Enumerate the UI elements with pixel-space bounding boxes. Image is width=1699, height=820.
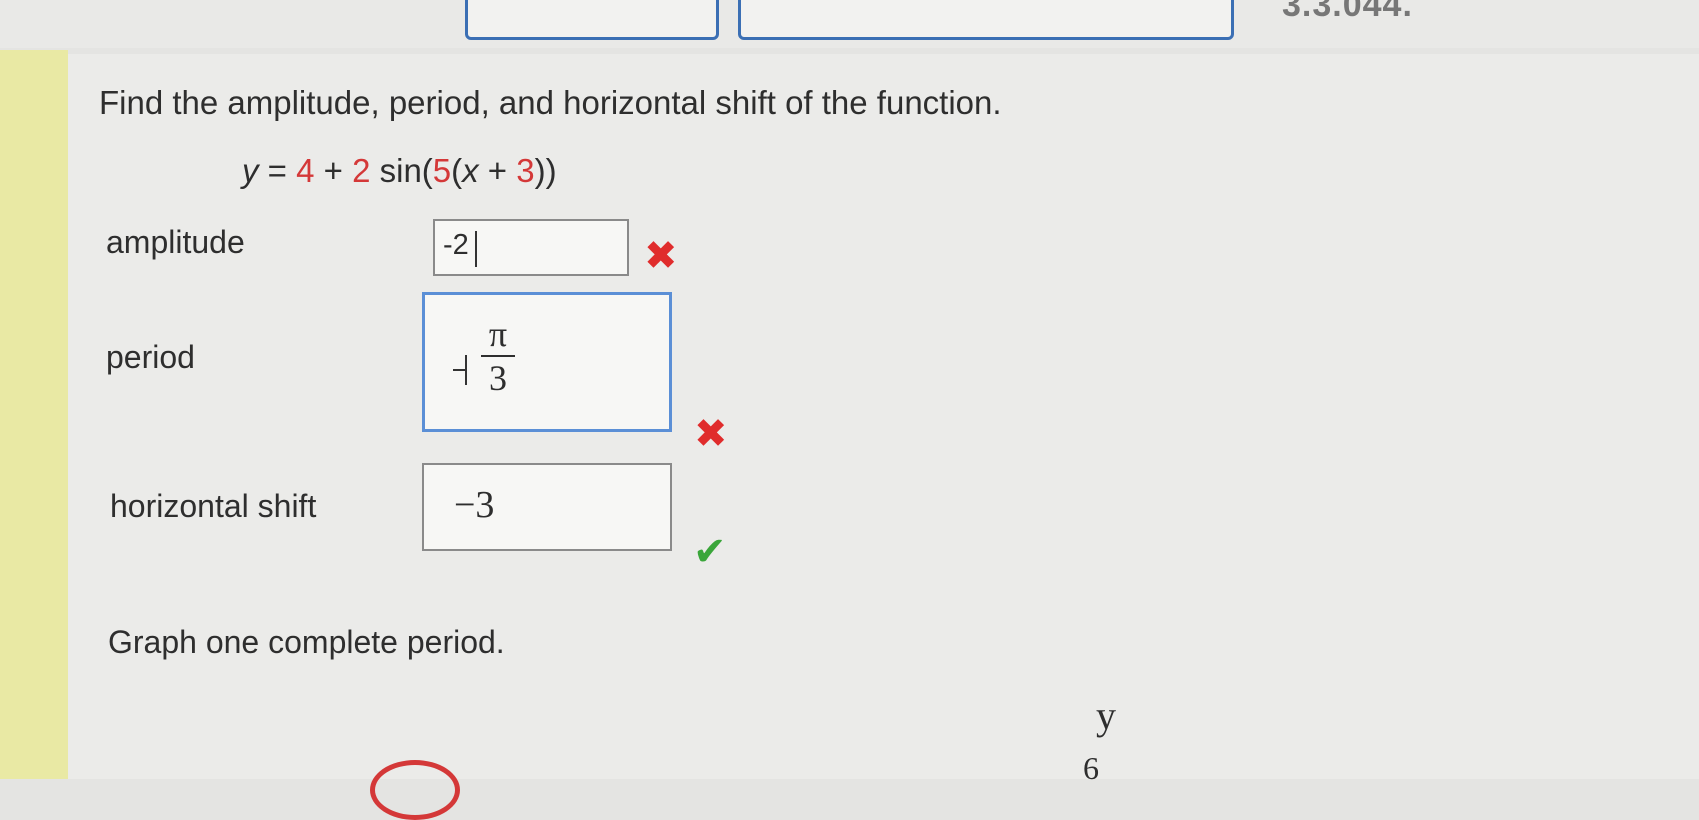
period-numerator: π xyxy=(488,314,508,354)
text-cursor-stem xyxy=(453,369,467,371)
y-tick-label: 6 xyxy=(1083,750,1099,786)
y-axis-label: y xyxy=(1096,693,1116,738)
toolbar-button[interactable] xyxy=(465,0,719,40)
equation-y: y xyxy=(242,152,259,189)
period-incorrect-icon: ✖ xyxy=(694,411,728,457)
period-input[interactable]: π 3 xyxy=(422,292,672,432)
equation-open-paren: ( xyxy=(451,152,463,189)
equation-plus-2: + xyxy=(478,152,517,189)
question-prompt: Find the amplitude, period, and horizont… xyxy=(99,84,1002,121)
graph-prompt: Graph one complete period. xyxy=(108,624,505,660)
period-denominator: 3 xyxy=(489,358,507,398)
horizontal-shift-input[interactable]: −3 xyxy=(422,463,672,551)
amplitude-value: -2 xyxy=(443,229,469,261)
period-label: period xyxy=(106,339,195,375)
fraction-bar xyxy=(481,355,515,357)
text-cursor xyxy=(475,231,477,267)
equation-close-paren: )) xyxy=(534,152,557,189)
equation-equals: = xyxy=(258,152,297,189)
question-reference: 3.3.044. xyxy=(1282,0,1413,24)
equation-plus: + xyxy=(314,152,353,189)
side-bar xyxy=(0,50,68,779)
equation-amplitude-coef: 2 xyxy=(352,152,371,189)
graph-curve-fragment xyxy=(370,760,460,820)
period-fraction: π 3 xyxy=(481,315,515,397)
function-equation: y = 4 + 2 sin(5(x + 3)) xyxy=(242,152,557,190)
equation-vertical-shift: 4 xyxy=(296,152,315,189)
horizontal-shift-value: −3 xyxy=(454,484,495,526)
horizontal-shift-correct-icon: ✔ xyxy=(693,529,727,575)
equation-x: x xyxy=(462,152,479,189)
equation-sin: sin( xyxy=(370,152,433,189)
amplitude-label: amplitude xyxy=(106,224,245,260)
equation-frequency-coef: 5 xyxy=(432,152,452,189)
horizontal-shift-label: horizontal shift xyxy=(110,488,317,524)
amplitude-incorrect-icon: ✖ xyxy=(644,233,678,279)
amplitude-input[interactable]: -2 xyxy=(433,219,629,276)
equation-phase-constant: 3 xyxy=(516,152,535,189)
previous-answers-button[interactable] xyxy=(738,0,1234,40)
